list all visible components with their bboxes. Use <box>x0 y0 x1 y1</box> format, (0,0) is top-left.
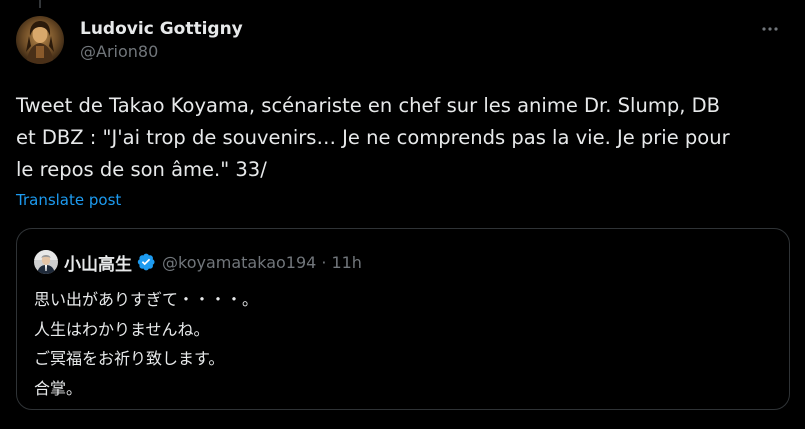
author-block: Ludovic Gottigny @Arion80 <box>80 18 243 63</box>
quoted-text-line: 人生はわかりませんね。 <box>34 319 210 339</box>
quoted-post[interactable]: 小山高生 @koyamatakao194 · 11h 思い出がありすぎて・・・・… <box>16 228 790 410</box>
quoted-text-line: 思い出がありすぎて・・・・。 <box>34 290 259 309</box>
tweet[interactable]: Ludovic Gottigny @Arion80 Tweet de Takao… <box>0 0 805 429</box>
separator-dot: · <box>321 252 327 272</box>
author-handle[interactable]: @Arion80 <box>80 41 243 63</box>
translate-post-link[interactable]: Translate post <box>16 188 121 212</box>
author-display-name[interactable]: Ludovic Gottigny <box>80 18 243 40</box>
quoted-post-header: 小山高生 @koyamatakao194 · 11h <box>34 247 362 277</box>
quoted-text-line: 合掌。 <box>34 378 83 398</box>
quoted-avatar-image <box>34 250 58 274</box>
post-text: Tweet de Takao Koyama, scénariste en che… <box>16 94 730 181</box>
quoted-post-timestamp[interactable]: 11h <box>331 253 362 272</box>
quoted-author-avatar[interactable] <box>34 250 58 274</box>
quoted-text-line: ご冥福をお祈り致します。 <box>34 349 225 368</box>
more-horizontal-icon <box>762 27 778 31</box>
quoted-author-display-name[interactable]: 小山高生 <box>64 250 132 275</box>
verified-badge-icon <box>136 252 156 272</box>
avatar[interactable] <box>16 16 64 64</box>
more-options-button[interactable] <box>755 14 785 44</box>
thread-connector-line <box>39 0 41 8</box>
quoted-author-handle[interactable]: @koyamatakao194 <box>162 253 316 272</box>
post-header: Ludovic Gottigny @Arion80 <box>16 12 243 68</box>
quoted-post-text: 思い出がありすぎて・・・・。 人生はわかりませんね。 ご冥福をお祈り致します。 … <box>34 285 258 403</box>
avatar-image <box>16 16 64 64</box>
